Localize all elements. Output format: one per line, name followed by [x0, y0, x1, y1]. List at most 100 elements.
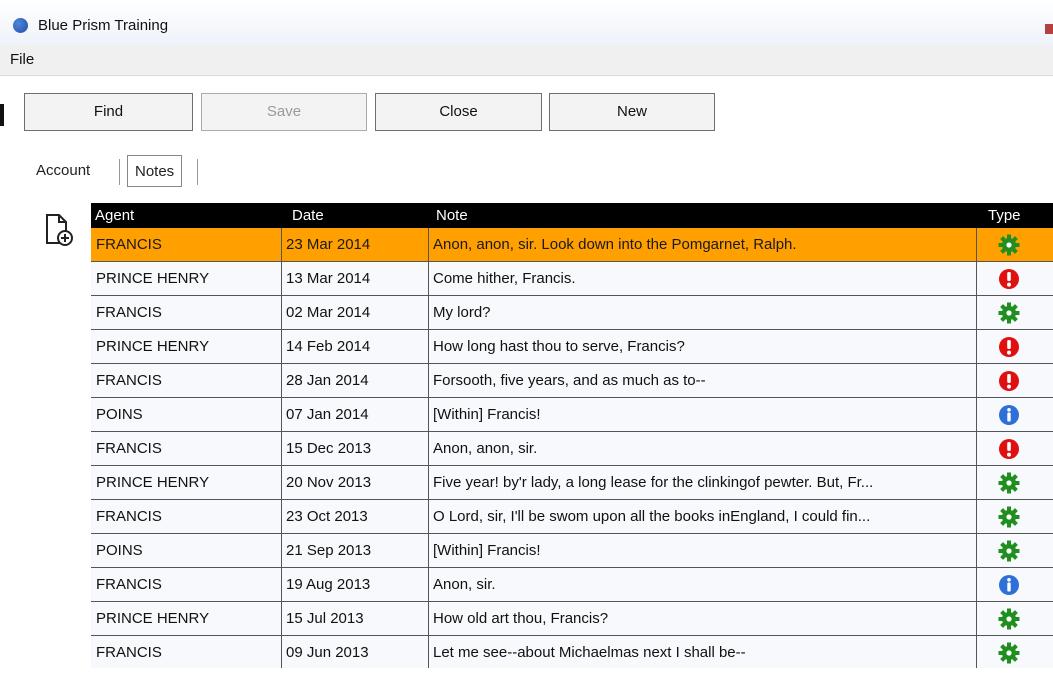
table-row[interactable]: FRANCIS 09 Jun 2013 Let me see--about Mich… [91, 636, 1053, 668]
cell-agent: FRANCIS [96, 440, 162, 457]
cell-date: 19 Aug 2013 [286, 576, 371, 593]
cell-note: [Within] Francis! [433, 542, 541, 559]
gear-icon [998, 472, 1020, 494]
close-window-button[interactable] [1045, 24, 1053, 34]
info-icon [999, 575, 1019, 595]
tab-account[interactable]: Account [36, 155, 90, 187]
column-divider [281, 296, 282, 330]
find-button[interactable]: Find [24, 93, 193, 131]
column-divider [428, 262, 429, 296]
column-divider [976, 568, 977, 602]
window-title: Blue Prism Training [38, 17, 169, 34]
save-button[interactable]: Save [201, 93, 367, 131]
column-divider [281, 330, 282, 364]
column-divider [976, 228, 977, 262]
cell-note: O Lord, sir, I'll be swom upon all the b… [433, 508, 871, 525]
menu-file[interactable]: File [10, 51, 34, 68]
notes-grid: Agent Date Note Type FRANCIS 23 Mar 2014 A… [91, 203, 1053, 668]
column-divider [976, 500, 977, 534]
table-row[interactable]: PRINCE HENRY 15 Jul 2013 How old art thou,… [91, 602, 1053, 636]
title-bar: Blue Prism Training [0, 0, 1053, 45]
cell-agent: POINS [96, 406, 143, 423]
table-row[interactable]: FRANCIS 28 Jan 2014 Forsooth, five years, … [91, 364, 1053, 398]
tab-divider [119, 159, 120, 185]
alert-icon [999, 337, 1019, 357]
grid-header: Agent Date Note Type [91, 203, 1053, 228]
cell-date: 13 Mar 2014 [286, 270, 371, 287]
close-button[interactable]: Close [375, 93, 542, 131]
column-divider [428, 228, 429, 262]
column-divider [281, 466, 282, 500]
column-divider [281, 568, 282, 602]
column-divider [428, 602, 429, 636]
column-divider [976, 398, 977, 432]
column-divider [428, 636, 429, 668]
column-divider [976, 636, 977, 668]
column-divider [428, 398, 429, 432]
table-row[interactable]: PRINCE HENRY 20 Nov 2013 Five year! by'r l… [91, 466, 1053, 500]
add-note-icon[interactable] [44, 212, 76, 248]
cell-agent: PRINCE HENRY [96, 270, 210, 287]
cell-agent: FRANCIS [96, 304, 162, 321]
cell-date: 21 Sep 2013 [286, 542, 372, 559]
app-icon [13, 18, 28, 33]
table-row[interactable]: FRANCIS 19 Aug 2013 Anon, sir. [91, 568, 1053, 602]
menu-bar: File [0, 45, 1053, 76]
table-row[interactable]: PRINCE HENRY 14 Feb 2014 How long hast tho… [91, 330, 1053, 364]
new-button[interactable]: New [549, 93, 715, 131]
gear-icon [998, 302, 1020, 324]
table-row[interactable]: FRANCIS 23 Mar 2014 Anon, anon, sir. Look … [91, 228, 1053, 262]
column-header-note[interactable]: Note [432, 203, 468, 228]
cell-note: Anon, anon, sir. [433, 440, 538, 457]
cell-note: Forsooth, five years, and as much as to-… [433, 372, 706, 389]
column-divider [428, 568, 429, 602]
table-row[interactable]: POINS 07 Jan 2014 [Within] Francis! [91, 398, 1053, 432]
cell-agent: PRINCE HENRY [96, 474, 210, 491]
cell-agent: PRINCE HENRY [96, 338, 210, 355]
table-row[interactable]: POINS 21 Sep 2013 [Within] Francis! [91, 534, 1053, 568]
column-divider [976, 432, 977, 466]
cell-note: Come hither, Francis. [433, 270, 576, 287]
column-divider [281, 228, 282, 262]
column-divider [281, 636, 282, 668]
column-divider [976, 364, 977, 398]
cell-agent: PRINCE HENRY [96, 610, 210, 627]
tab-notes[interactable]: Notes [127, 155, 183, 187]
gear-icon [998, 608, 1020, 630]
column-divider [976, 296, 977, 330]
column-divider [428, 330, 429, 364]
cell-note: My lord? [433, 304, 491, 321]
column-divider [428, 432, 429, 466]
column-header-type[interactable]: Type [984, 203, 1021, 228]
column-divider [281, 432, 282, 466]
column-divider [428, 534, 429, 568]
table-row[interactable]: FRANCIS 15 Dec 2013 Anon, anon, sir. [91, 432, 1053, 466]
cell-date: 15 Dec 2013 [286, 440, 372, 457]
table-row[interactable]: PRINCE HENRY 13 Mar 2014 Come hither, Fran… [91, 262, 1053, 296]
column-divider [976, 466, 977, 500]
column-divider [281, 602, 282, 636]
cell-note: How long hast thou to serve, Francis? [433, 338, 685, 355]
cell-note: Let me see--about Michaelmas next I shal… [433, 644, 746, 661]
column-divider [428, 500, 429, 534]
cell-date: 14 Feb 2014 [286, 338, 371, 355]
table-row[interactable]: FRANCIS 23 Oct 2013 O Lord, sir, I'll be s… [91, 500, 1053, 534]
cell-date: 20 Nov 2013 [286, 474, 372, 491]
column-divider [281, 364, 282, 398]
column-divider [976, 262, 977, 296]
gear-icon [998, 234, 1020, 256]
column-divider [281, 262, 282, 296]
table-row[interactable]: FRANCIS 02 Mar 2014 My lord? [91, 296, 1053, 330]
alert-icon [999, 439, 1019, 459]
cell-note: How old art thou, Francis? [433, 610, 609, 627]
column-divider [428, 296, 429, 330]
column-header-date[interactable]: Date [288, 203, 324, 228]
column-divider [428, 466, 429, 500]
column-header-agent[interactable]: Agent [91, 203, 134, 228]
cell-agent: POINS [96, 542, 143, 559]
cell-date: 09 Jun 2013 [286, 644, 369, 661]
cell-note: Anon, anon, sir. Look down into the Pomg… [433, 236, 797, 253]
gear-icon [998, 506, 1020, 528]
cell-date: 23 Mar 2014 [286, 236, 371, 253]
cell-agent: FRANCIS [96, 236, 162, 253]
